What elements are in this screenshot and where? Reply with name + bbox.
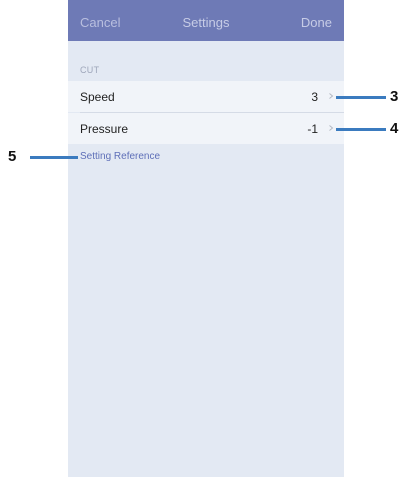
callout-number-3: 3 (390, 88, 399, 105)
done-button[interactable]: Done (301, 15, 332, 30)
callout-number-5: 5 (8, 148, 17, 165)
navigation-bar: Cancel Settings Done (68, 0, 344, 41)
speed-value: 3 (311, 90, 318, 104)
pressure-label: Pressure (80, 122, 129, 136)
cancel-button[interactable]: Cancel (80, 15, 120, 30)
pressure-row[interactable]: Pressure -1 (68, 113, 344, 144)
section-header-cut: CUT (80, 65, 100, 75)
figure-stage: Cancel Settings Done CUT Speed 3 Pressur… (0, 0, 403, 477)
settings-screen: Cancel Settings Done CUT Speed 3 Pressur… (68, 0, 344, 477)
callout-line-5 (30, 156, 78, 159)
speed-row[interactable]: Speed 3 (68, 81, 344, 112)
pressure-value: -1 (307, 122, 318, 136)
speed-label: Speed (80, 90, 115, 104)
setting-reference-link[interactable]: Setting Reference (80, 151, 160, 162)
callout-line-3 (336, 96, 386, 99)
callout-line-4 (336, 128, 386, 131)
chevron-right-icon (329, 93, 334, 99)
callout-number-4: 4 (390, 120, 399, 137)
chevron-right-icon (329, 125, 334, 131)
